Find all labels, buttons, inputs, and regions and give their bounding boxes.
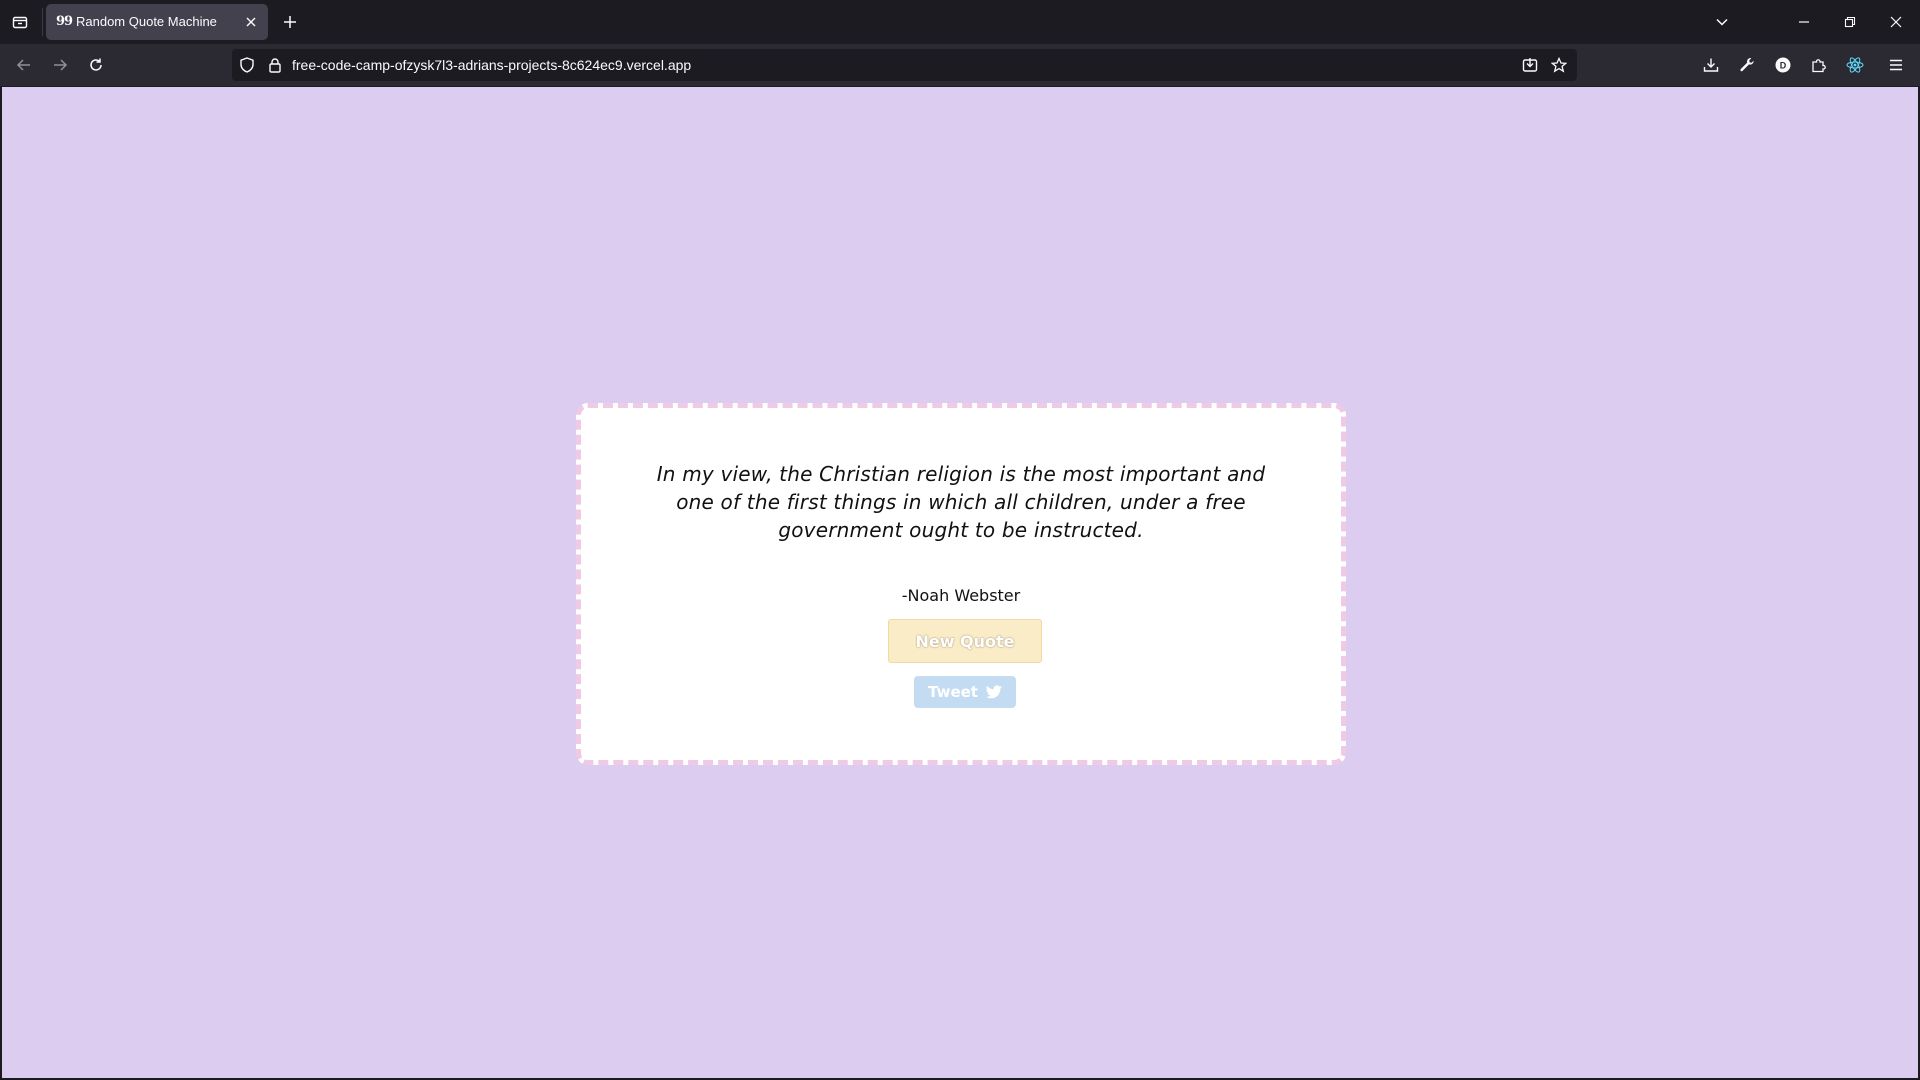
minimize-icon[interactable] — [1790, 8, 1818, 36]
navigation-toolbar: free-code-camp-ofzysk7l3-adrians-project… — [0, 44, 1920, 86]
tab-divider — [42, 8, 43, 36]
lock-icon[interactable] — [266, 56, 284, 74]
plus-icon[interactable] — [276, 8, 304, 36]
wrench-icon[interactable] — [1733, 51, 1761, 79]
restore-icon[interactable] — [1836, 8, 1864, 36]
download-icon[interactable] — [1697, 51, 1725, 79]
hamburger-menu-icon[interactable] — [1882, 51, 1910, 79]
page-viewport: In my view, the Christian religion is th… — [0, 86, 1920, 1080]
tab-title: Random Quote Machine — [76, 14, 217, 29]
browser-tab[interactable]: 99 Random Quote Machine — [46, 4, 268, 40]
window-close-icon[interactable] — [1882, 8, 1910, 36]
tab-list-icon[interactable] — [6, 8, 34, 36]
install-icon[interactable] — [1521, 56, 1539, 74]
profile-icon[interactable]: D — [1769, 51, 1797, 79]
puzzle-icon[interactable] — [1805, 51, 1833, 79]
tweet-button[interactable]: Tweet — [914, 676, 1016, 708]
new-quote-button[interactable]: New Quote — [888, 619, 1042, 663]
new-quote-label: New Quote — [915, 631, 1015, 651]
chevron-down-icon[interactable] — [1708, 8, 1736, 36]
close-icon[interactable] — [242, 13, 260, 31]
tab-strip: 99 Random Quote Machine — [0, 0, 1920, 44]
star-icon[interactable] — [1550, 56, 1568, 74]
quote-card: In my view, the Christian religion is th… — [576, 403, 1346, 765]
quote-author: -Noah Webster — [901, 586, 1021, 605]
reload-icon[interactable] — [82, 51, 110, 79]
react-icon[interactable] — [1841, 51, 1869, 79]
arrow-right-icon[interactable] — [46, 51, 74, 79]
tab-favicon: 99 — [56, 14, 73, 29]
url-bar[interactable]: free-code-camp-ofzysk7l3-adrians-project… — [232, 49, 1577, 81]
quote-text: In my view, the Christian religion is th… — [656, 462, 1266, 542]
arrow-left-icon[interactable] — [10, 51, 38, 79]
page-background: In my view, the Christian religion is th… — [2, 87, 1918, 1078]
url-text: free-code-camp-ofzysk7l3-adrians-project… — [292, 57, 692, 73]
shield-icon[interactable] — [238, 56, 256, 74]
twitter-icon — [985, 685, 1002, 699]
tweet-label: Tweet — [928, 683, 978, 701]
svg-text:D: D — [1780, 61, 1787, 71]
